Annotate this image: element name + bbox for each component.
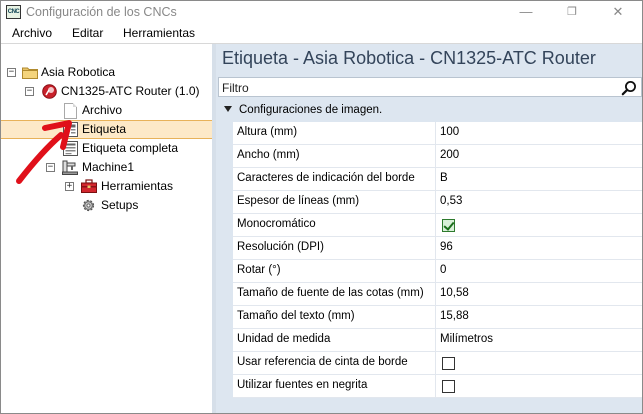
property-checkbox[interactable]	[442, 219, 455, 232]
menu-editar[interactable]: Editar	[72, 26, 103, 40]
property-row[interactable]: Usar referencia de cinta de borde	[233, 352, 642, 375]
gear-icon	[82, 199, 95, 212]
property-row[interactable]: Monocromático	[233, 214, 642, 237]
property-row[interactable]: Resolución (DPI) 96	[233, 237, 642, 260]
group-label: Configuraciones de imagen.	[239, 104, 383, 116]
folder-icon	[22, 67, 38, 79]
menu-archivo[interactable]: Archivo	[12, 26, 52, 40]
tree-label: Etiqueta completa	[82, 141, 179, 155]
property-name: Utilizar fuentes en negrita	[237, 379, 368, 391]
property-name: Usar referencia de cinta de borde	[237, 356, 408, 368]
chevron-down-icon[interactable]	[224, 106, 232, 112]
property-name: Tamaño del texto (mm)	[237, 310, 355, 322]
collapse-icon[interactable]: −	[46, 163, 55, 172]
property-row[interactable]: Caracteres de indicación del borde B	[233, 168, 642, 191]
property-name: Rotar (°)	[237, 264, 281, 276]
tree-item-machine1[interactable]: − Machine1	[1, 158, 212, 177]
page-title: Etiqueta - Asia Robotica - CN1325-ATC Ro…	[222, 48, 596, 68]
property-row[interactable]: Altura (mm) 100	[233, 122, 642, 145]
property-checkbox[interactable]	[442, 380, 455, 393]
property-name: Resolución (DPI)	[237, 241, 324, 253]
property-value[interactable]: 96	[440, 241, 453, 253]
minimize-button[interactable]: —	[503, 1, 549, 23]
property-row[interactable]: Tamaño del texto (mm) 15,88	[233, 306, 642, 329]
property-value[interactable]: Milímetros	[440, 333, 493, 345]
column-divider	[435, 191, 436, 214]
collapse-icon[interactable]: −	[7, 68, 16, 77]
expand-icon[interactable]: +	[65, 182, 74, 191]
close-button[interactable]: ✕	[595, 1, 641, 23]
tree-item-etiqueta[interactable]: Etiqueta	[1, 120, 212, 139]
property-value[interactable]: 0,53	[440, 195, 462, 207]
property-row[interactable]: Tamaño de fuente de las cotas (mm) 10,58	[233, 283, 642, 306]
property-panel: Etiqueta - Asia Robotica - CN1325-ATC Ro…	[216, 44, 642, 413]
search-icon[interactable]	[621, 80, 637, 96]
property-value[interactable]: B	[440, 172, 448, 184]
filter-input[interactable]	[222, 80, 612, 95]
column-divider	[435, 352, 436, 375]
tree-item-herramientas[interactable]: + Herramientas	[1, 177, 212, 196]
property-value[interactable]: 0	[440, 264, 446, 276]
tree-label: Asia Robotica	[41, 65, 116, 79]
property-checkbox[interactable]	[442, 357, 455, 370]
column-divider	[435, 122, 436, 145]
tree-label: Setups	[101, 198, 139, 212]
column-divider	[435, 214, 436, 237]
property-row[interactable]: Ancho (mm) 200	[233, 145, 642, 168]
tree-label: Archivo	[82, 103, 123, 117]
machine-icon	[62, 160, 78, 175]
toolbox-icon	[81, 179, 97, 193]
property-name: Monocromático	[237, 218, 316, 230]
menu-bar: Archivo Editar Herramientas	[1, 23, 642, 43]
tree-item-asia-robotica[interactable]: − Asia Robotica	[1, 63, 212, 82]
router-machine-icon	[42, 84, 57, 99]
column-divider	[435, 145, 436, 168]
property-name: Caracteres de indicación del borde	[237, 172, 415, 184]
property-value[interactable]: 15,88	[440, 310, 469, 322]
tree-label: CN1325-ATC Router (1.0)	[61, 84, 200, 98]
label-icon	[63, 122, 78, 137]
tree-item-machine-router[interactable]: − CN1325-ATC Router (1.0)	[1, 82, 212, 101]
main-window: CNC Configuración de los CNCs — ❐ ✕ Arch…	[0, 0, 643, 414]
property-value[interactable]: 100	[440, 126, 459, 138]
column-divider	[435, 375, 436, 398]
property-row[interactable]: Unidad de medida Milímetros	[233, 329, 642, 352]
tree-label: Machine1	[82, 160, 135, 174]
property-row[interactable]: Rotar (°) 0	[233, 260, 642, 283]
full-label-icon	[63, 141, 78, 156]
column-divider	[435, 260, 436, 283]
document-icon	[64, 103, 77, 119]
property-name: Tamaño de fuente de las cotas (mm)	[237, 287, 424, 299]
property-row[interactable]: Utilizar fuentes en negrita	[233, 375, 642, 398]
column-divider	[435, 168, 436, 191]
tree-item-setups[interactable]: Setups	[1, 196, 212, 215]
cnc-app-icon: CNC	[6, 5, 21, 19]
column-divider	[435, 283, 436, 306]
filter-box[interactable]	[218, 77, 642, 97]
column-divider	[435, 306, 436, 329]
window-title: Configuración de los CNCs	[26, 5, 177, 19]
tree-item-archivo[interactable]: Archivo	[1, 101, 212, 120]
tree-panel[interactable]: − Asia Robotica − CN1325-ATC Router (1.0…	[1, 44, 212, 413]
maximize-button[interactable]: ❐	[549, 1, 595, 23]
collapse-icon[interactable]: −	[25, 87, 34, 96]
property-name: Altura (mm)	[237, 126, 298, 138]
property-row[interactable]: Espesor de líneas (mm) 0,53	[233, 191, 642, 214]
column-divider	[435, 237, 436, 260]
group-header-imagen[interactable]: Configuraciones de imagen.	[218, 101, 642, 121]
property-value[interactable]: 10,58	[440, 287, 469, 299]
property-name: Ancho (mm)	[237, 149, 300, 161]
title-bar: CNC Configuración de los CNCs — ❐ ✕	[1, 1, 642, 23]
menu-herramientas[interactable]: Herramientas	[123, 26, 195, 40]
tree-label: Herramientas	[101, 179, 174, 193]
column-divider	[435, 329, 436, 352]
property-name: Unidad de medida	[237, 333, 331, 345]
tree-item-etiqueta-completa[interactable]: Etiqueta completa	[1, 139, 212, 158]
property-value[interactable]: 200	[440, 149, 459, 161]
tree-label: Etiqueta	[82, 122, 127, 136]
property-name: Espesor de líneas (mm)	[237, 195, 360, 207]
